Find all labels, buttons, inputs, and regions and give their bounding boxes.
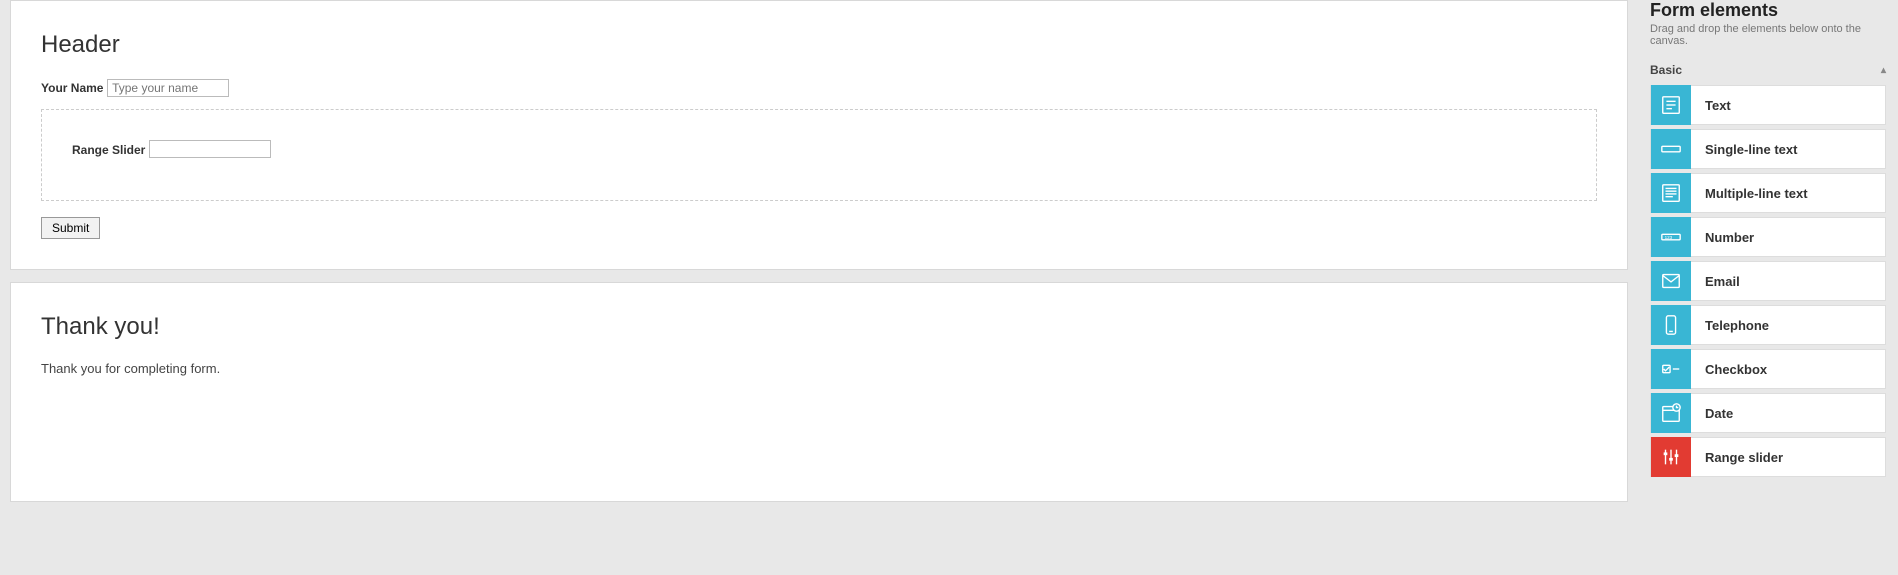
element-item-email[interactable]: Email xyxy=(1650,261,1886,301)
section-header-basic[interactable]: Basic ▴ xyxy=(1650,63,1886,77)
range-icon xyxy=(1651,437,1691,477)
range-row: Range Slider xyxy=(72,140,1566,158)
element-label: Multiple-line text xyxy=(1691,186,1808,201)
phone-icon xyxy=(1651,305,1691,345)
thank-header: Thank you! xyxy=(41,313,1597,341)
date-icon xyxy=(1651,393,1691,433)
single-icon xyxy=(1651,129,1691,169)
element-item-single[interactable]: Single-line text xyxy=(1650,129,1886,169)
element-label: Text xyxy=(1691,98,1731,113)
element-label: Telephone xyxy=(1691,318,1769,333)
canvas-area: Header Your Name Range Slider Submit Tha… xyxy=(0,0,1638,575)
check-icon xyxy=(1651,349,1691,389)
element-label: Range slider xyxy=(1691,450,1783,465)
sidebar: Form elements Drag and drop the elements… xyxy=(1638,0,1898,575)
name-row: Your Name xyxy=(41,79,1597,97)
element-item-number[interactable]: 123 Number xyxy=(1650,217,1886,257)
chevron-up-icon: ▴ xyxy=(1881,65,1886,76)
submit-button[interactable]: Submit xyxy=(41,217,100,239)
form-dropzone[interactable]: Range Slider xyxy=(41,109,1597,201)
element-item-multi[interactable]: Multiple-line text xyxy=(1650,173,1886,213)
element-item-date[interactable]: Date xyxy=(1650,393,1886,433)
element-label: Date xyxy=(1691,406,1733,421)
element-item-text[interactable]: Text xyxy=(1650,85,1886,125)
name-input[interactable] xyxy=(107,79,229,97)
thankyou-panel: Thank you! Thank you for completing form… xyxy=(10,282,1628,502)
thank-body: Thank you for completing form. xyxy=(41,361,1597,376)
range-input[interactable] xyxy=(149,140,271,158)
element-label: Number xyxy=(1691,230,1754,245)
element-list: Text Single-line text Multiple-line text 12… xyxy=(1650,85,1886,477)
form-header: Header xyxy=(41,31,1597,59)
svg-text:123: 123 xyxy=(1665,235,1673,240)
text-icon xyxy=(1651,85,1691,125)
range-label: Range Slider xyxy=(72,143,145,157)
element-label: Single-line text xyxy=(1691,142,1797,157)
element-item-range[interactable]: Range slider xyxy=(1650,437,1886,477)
name-label: Your Name xyxy=(41,81,103,95)
sidebar-title: Form elements xyxy=(1650,0,1886,21)
element-label: Checkbox xyxy=(1691,362,1767,377)
element-label: Email xyxy=(1691,274,1740,289)
multi-icon xyxy=(1651,173,1691,213)
section-label: Basic xyxy=(1650,63,1682,77)
form-panel: Header Your Name Range Slider Submit xyxy=(10,0,1628,270)
element-item-phone[interactable]: Telephone xyxy=(1650,305,1886,345)
sidebar-desc: Drag and drop the elements below onto th… xyxy=(1650,23,1886,47)
element-item-check[interactable]: Checkbox xyxy=(1650,349,1886,389)
number-icon: 123 xyxy=(1651,217,1691,257)
email-icon xyxy=(1651,261,1691,301)
